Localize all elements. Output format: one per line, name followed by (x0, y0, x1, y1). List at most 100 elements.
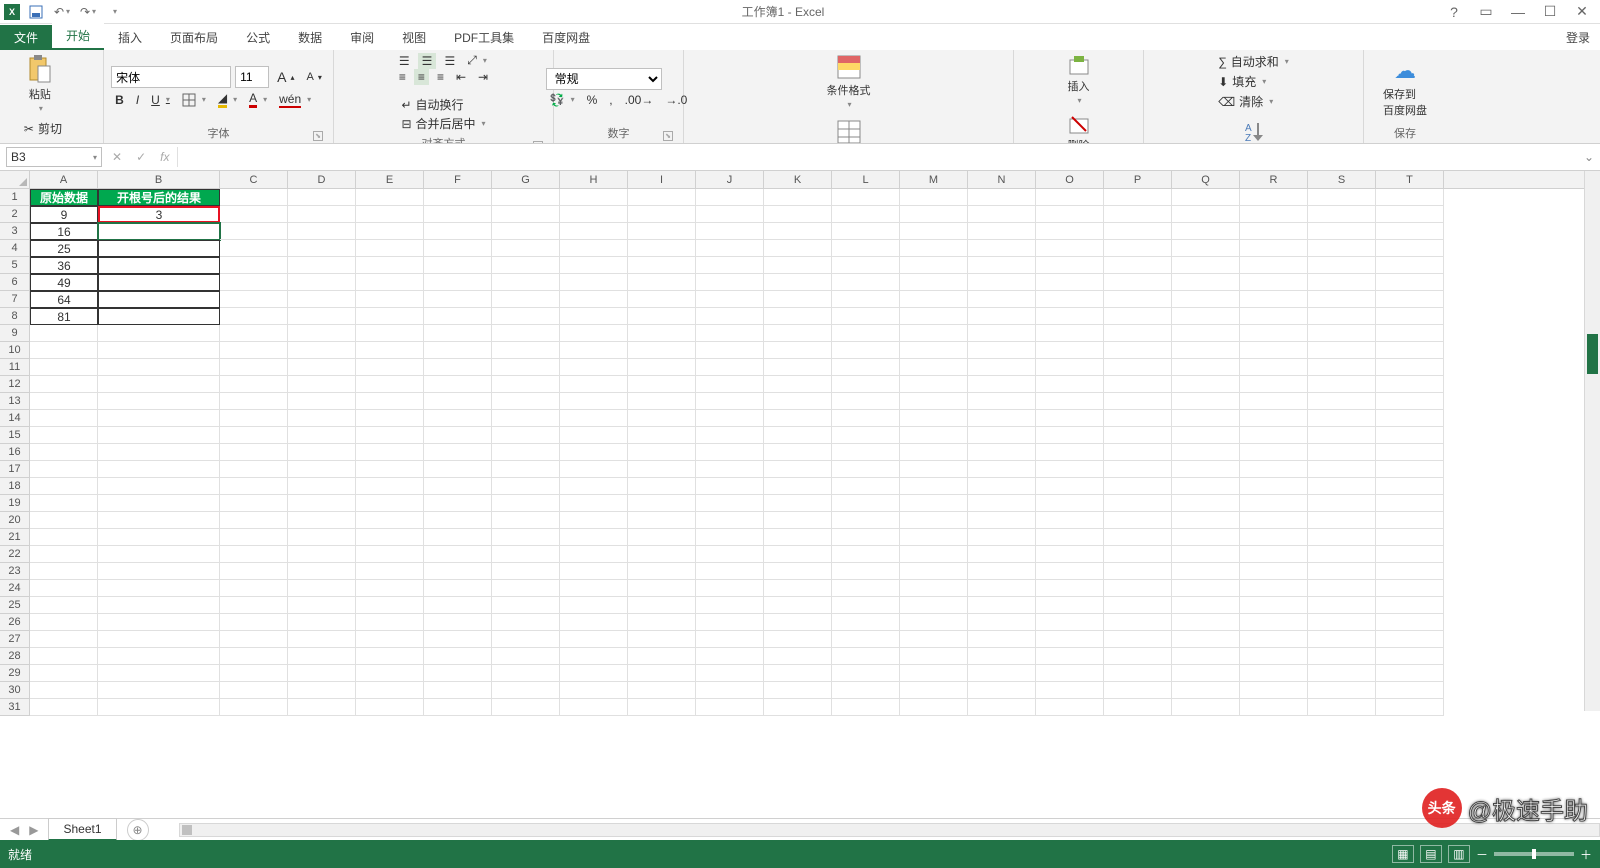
cell[interactable] (560, 614, 628, 631)
column-header[interactable]: K (764, 171, 832, 188)
cell[interactable] (764, 495, 832, 512)
row-header[interactable]: 19 (0, 495, 30, 512)
cell[interactable] (1240, 495, 1308, 512)
cell[interactable] (424, 291, 492, 308)
cell[interactable] (1172, 342, 1240, 359)
cell[interactable] (1036, 699, 1104, 716)
tab-review[interactable]: 审阅 (336, 25, 388, 50)
cell[interactable] (628, 461, 696, 478)
cell[interactable] (900, 189, 968, 206)
cell[interactable] (1376, 529, 1444, 546)
tab-insert[interactable]: 插入 (104, 25, 156, 50)
cell[interactable] (1172, 325, 1240, 342)
cell[interactable] (1240, 342, 1308, 359)
row-header[interactable]: 15 (0, 427, 30, 444)
cell[interactable] (492, 699, 560, 716)
cell[interactable] (628, 648, 696, 665)
cell[interactable] (424, 461, 492, 478)
cell[interactable] (98, 444, 220, 461)
cell[interactable] (1104, 648, 1172, 665)
cell[interactable] (1376, 597, 1444, 614)
signin-link[interactable]: 登录 (1556, 25, 1600, 50)
cell[interactable] (356, 206, 424, 223)
cell[interactable] (1172, 495, 1240, 512)
cell[interactable] (492, 495, 560, 512)
cell[interactable] (356, 444, 424, 461)
cell[interactable] (628, 308, 696, 325)
cell[interactable] (1104, 495, 1172, 512)
cell[interactable] (220, 359, 288, 376)
cell[interactable] (696, 495, 764, 512)
cell[interactable] (832, 257, 900, 274)
cell[interactable] (1172, 546, 1240, 563)
cell[interactable] (30, 665, 98, 682)
cell[interactable] (220, 427, 288, 444)
cell[interactable] (1104, 512, 1172, 529)
cell[interactable] (492, 648, 560, 665)
cell[interactable] (492, 189, 560, 206)
cell[interactable] (900, 342, 968, 359)
cell[interactable] (1104, 665, 1172, 682)
cell[interactable] (696, 529, 764, 546)
ribbon-options-icon[interactable]: ▭ (1474, 2, 1498, 22)
cell[interactable] (696, 563, 764, 580)
cell[interactable] (1240, 206, 1308, 223)
cell[interactable] (628, 393, 696, 410)
cell[interactable] (628, 274, 696, 291)
cell[interactable] (30, 597, 98, 614)
cell[interactable] (1172, 189, 1240, 206)
cell[interactable] (1036, 410, 1104, 427)
cell[interactable] (968, 359, 1036, 376)
row-header[interactable]: 9 (0, 325, 30, 342)
cell[interactable] (1308, 376, 1376, 393)
cell[interactable] (1172, 410, 1240, 427)
cell[interactable] (1104, 342, 1172, 359)
cell[interactable] (832, 597, 900, 614)
dialog-launcher-icon[interactable]: ⬊ (313, 131, 323, 141)
cell[interactable] (492, 257, 560, 274)
cell[interactable] (30, 444, 98, 461)
cell[interactable] (764, 665, 832, 682)
cell[interactable] (98, 257, 220, 274)
row-header[interactable]: 2 (0, 206, 30, 223)
cell[interactable] (220, 206, 288, 223)
cell[interactable] (900, 393, 968, 410)
cell[interactable] (696, 461, 764, 478)
cell[interactable] (288, 427, 356, 444)
cell[interactable] (968, 580, 1036, 597)
cell[interactable] (832, 614, 900, 631)
cell[interactable] (560, 342, 628, 359)
autosum-button[interactable]: ∑自动求和▾ (1214, 52, 1293, 71)
cell[interactable] (968, 529, 1036, 546)
align-left-icon[interactable]: ≡ (395, 69, 410, 85)
cell[interactable] (1104, 308, 1172, 325)
cell[interactable] (968, 342, 1036, 359)
cell[interactable] (1036, 206, 1104, 223)
cell[interactable] (832, 495, 900, 512)
cell[interactable] (220, 376, 288, 393)
enter-formula-icon[interactable]: ✓ (136, 150, 146, 164)
cell[interactable] (424, 359, 492, 376)
cell[interactable] (356, 546, 424, 563)
cell[interactable] (1172, 512, 1240, 529)
cell[interactable] (288, 699, 356, 716)
cell[interactable] (900, 291, 968, 308)
cell[interactable] (968, 410, 1036, 427)
cell[interactable] (560, 495, 628, 512)
cell[interactable] (30, 699, 98, 716)
cell[interactable] (560, 410, 628, 427)
paste-button[interactable]: 粘贴▾ (20, 52, 60, 115)
column-header[interactable]: O (1036, 171, 1104, 188)
cell[interactable] (832, 393, 900, 410)
cell[interactable] (968, 206, 1036, 223)
cell[interactable] (424, 631, 492, 648)
cell[interactable] (900, 223, 968, 240)
cell[interactable]: 开根号后的结果 (98, 189, 220, 206)
cell[interactable] (30, 580, 98, 597)
cell[interactable] (1036, 512, 1104, 529)
cell[interactable] (1376, 495, 1444, 512)
cell[interactable] (1308, 665, 1376, 682)
cell[interactable] (1240, 665, 1308, 682)
cell[interactable] (98, 495, 220, 512)
cell[interactable] (900, 274, 968, 291)
